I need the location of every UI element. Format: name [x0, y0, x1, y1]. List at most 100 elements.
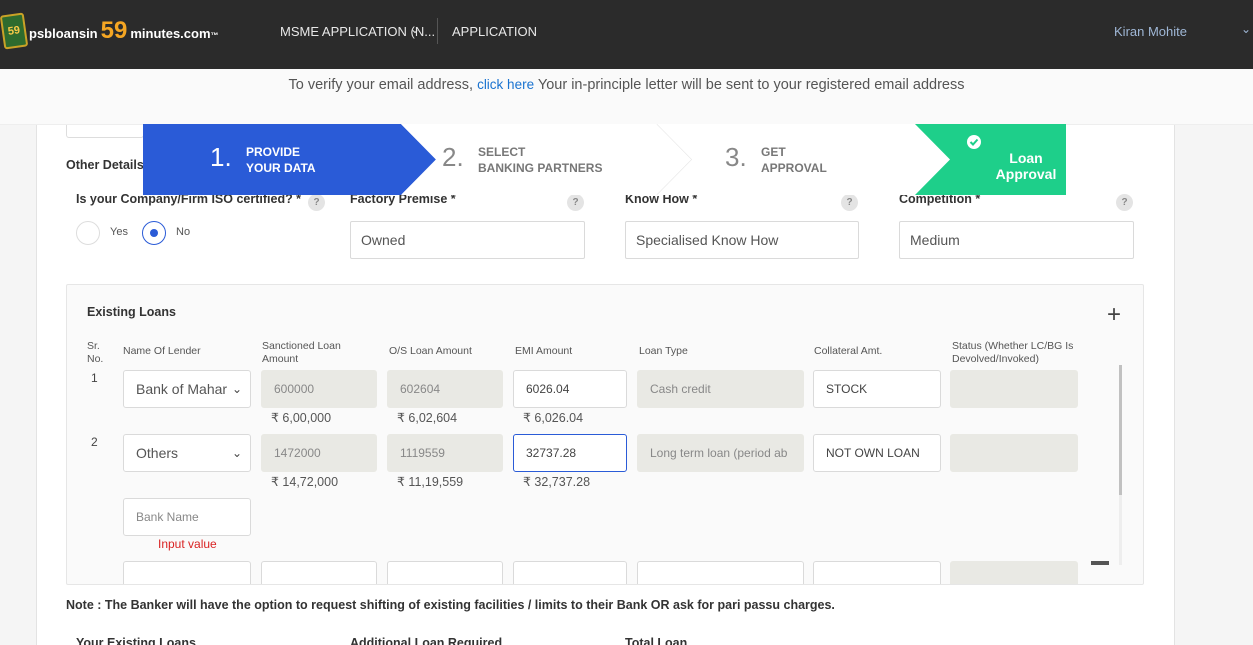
step-get-approval: 3. GET APPROVAL [692, 124, 915, 195]
logo-text: psbloansin 59 minutes.com ™ [29, 17, 219, 45]
existing-loans-title: Existing Loans [87, 305, 176, 319]
status-field [950, 434, 1078, 472]
step-label: SELECT BANKING PARTNERS [478, 144, 602, 176]
outstanding-amount-field: 602604 [387, 370, 503, 408]
step-select-banks: 2. SELECT BANKING PARTNERS [436, 124, 657, 195]
collateral-input[interactable]: STOCK [813, 370, 941, 408]
help-icon[interactable]: ? [841, 194, 858, 211]
step-label-line1: Loan [1009, 150, 1043, 166]
status-field [950, 370, 1078, 408]
nav-application-label: APPLICATION [452, 24, 538, 39]
step-label-line2: BANKING PARTNERS [478, 161, 603, 175]
step-label: PROVIDE YOUR DATA [246, 144, 316, 176]
col-header-emi: EMI Amount [515, 345, 573, 357]
chevron-down-icon: ⌄ [231, 446, 242, 460]
col-header-lender: Name Of Lender [123, 345, 201, 357]
outstanding-amount-formatted: ₹ 6,02,604 [397, 411, 458, 425]
sanctioned-amount-field[interactable] [261, 561, 377, 584]
help-icon[interactable]: ? [1116, 194, 1133, 211]
lender-select-value: Bank of Mahar [136, 381, 228, 397]
iso-yes-radio[interactable] [76, 221, 100, 245]
sanctioned-amount-field: 600000 [261, 370, 377, 408]
help-icon[interactable]: ? [567, 194, 584, 211]
col-header-loan-type: Loan Type [639, 345, 688, 357]
step-number: 2. [442, 142, 464, 172]
logo-number: 59 [100, 17, 128, 44]
step-number: 3. [725, 142, 747, 172]
iso-no-radio[interactable] [142, 221, 166, 245]
iso-no-label: No [176, 226, 191, 238]
bank-name-input[interactable]: Bank Name [123, 498, 251, 536]
loan-type-field: Cash credit [637, 370, 804, 408]
lender-select[interactable]: Others ⌄ [123, 434, 251, 472]
row-number: 1 [91, 371, 98, 385]
verify-suffix: Your in-principle letter will be sent to… [537, 77, 965, 93]
iso-yes-label: Yes [110, 226, 128, 238]
your-existing-loans-label: Your Existing Loans [76, 636, 196, 645]
step-provide-data: 1. PROVIDE YOUR DATA [143, 124, 401, 195]
chevron-down-icon[interactable]: ⌄ [410, 22, 420, 36]
bank-name-error: Input value [158, 537, 217, 551]
col-header-collateral: Collateral Amt. [814, 345, 883, 357]
pari-passu-note: Note : The Banker will have the option t… [66, 598, 835, 612]
sanctioned-amount-formatted: ₹ 6,00,000 [271, 411, 332, 425]
user-menu-name[interactable]: Kiran Mohite [1114, 24, 1187, 39]
email-verify-banner: To verify your email address, click here… [0, 69, 1253, 125]
right-pane [1175, 125, 1253, 645]
total-loan-label: Total Loan [625, 636, 688, 645]
nav-divider [437, 18, 438, 44]
verify-click-here-link[interactable]: click here [477, 77, 534, 92]
step-label-line1: PROVIDE [246, 145, 301, 159]
lender-select[interactable]: Bank of Mahar ⌄ [123, 370, 251, 408]
existing-loans-panel: Existing Loans + Sr. No. Name Of Lender … [66, 284, 1144, 585]
outstanding-amount-field: 1119559 [387, 434, 503, 472]
loan-type-field: Long term loan (period ab [637, 434, 804, 472]
psbloans-logo[interactable]: 59 psbloansin 59 minutes.com ™ [0, 12, 219, 50]
step-label-line1: GET [761, 145, 786, 159]
status-field [950, 561, 1078, 584]
check-circle-icon [967, 135, 981, 149]
step-label-line2: YOUR DATA [246, 161, 316, 175]
step-label-line2: APPROVAL [761, 161, 827, 175]
collateral-input[interactable] [813, 561, 941, 584]
logo-text-pre: psbloansin [29, 26, 98, 41]
logo-trademark: ™ [210, 31, 219, 40]
emi-amount-input[interactable] [513, 561, 627, 584]
lender-select[interactable] [123, 561, 251, 584]
loans-scrollbar-thumb[interactable] [1119, 365, 1122, 495]
logo-badge: 59 [0, 12, 29, 50]
row-number: 2 [91, 435, 98, 449]
nav-application[interactable]: APPLICATION [452, 24, 537, 39]
outstanding-amount-field[interactable] [387, 561, 503, 584]
delete-row-icon[interactable] [1091, 561, 1109, 565]
add-loan-icon[interactable]: + [1107, 301, 1121, 329]
collateral-input[interactable]: NOT OWN LOAN [813, 434, 941, 472]
emi-amount-formatted: ₹ 6,026.04 [523, 411, 584, 425]
know-how-select[interactable]: Specialised Know How [625, 221, 859, 259]
progress-stepper: 1. PROVIDE YOUR DATA 2. SELECT BANKING P… [143, 124, 1066, 195]
logo-text-post: minutes.com [130, 26, 211, 41]
competition-select[interactable]: Medium [899, 221, 1134, 259]
step-number: 1. [210, 142, 232, 172]
outstanding-amount-formatted: ₹ 11,19,559 [397, 475, 464, 489]
col-header-sanctioned: Sanctioned Loan Amount [262, 340, 341, 365]
chevron-down-icon[interactable]: ⌄ [1241, 22, 1251, 36]
help-icon[interactable]: ? [308, 194, 325, 211]
factory-premise-select[interactable]: Owned [350, 221, 585, 259]
emi-amount-input[interactable]: 6026.04 [513, 370, 627, 408]
sanctioned-amount-formatted: ₹ 14,72,000 [271, 475, 339, 489]
col-header-outstanding: O/S Loan Amount [389, 345, 472, 357]
lender-select-value: Others [136, 445, 179, 461]
other-details-title: Other Details [66, 158, 144, 172]
step-label: Loan Approval [986, 150, 1066, 182]
additional-loan-label: Additional Loan Required [350, 636, 503, 645]
step-loan-approval: Loan Approval [950, 124, 1066, 195]
col-header-sr: Sr. No. [87, 340, 104, 365]
loan-type-field[interactable] [637, 561, 804, 584]
previous-field-box [66, 125, 144, 138]
top-navbar: 59 psbloansin 59 minutes.com ™ MSME APPL… [0, 0, 1253, 69]
verify-prefix: To verify your email address, [288, 77, 474, 93]
emi-amount-formatted: ₹ 32,737.28 [523, 475, 591, 489]
sanctioned-amount-field: 1472000 [261, 434, 377, 472]
emi-amount-input[interactable]: 32737.28 [513, 434, 627, 472]
